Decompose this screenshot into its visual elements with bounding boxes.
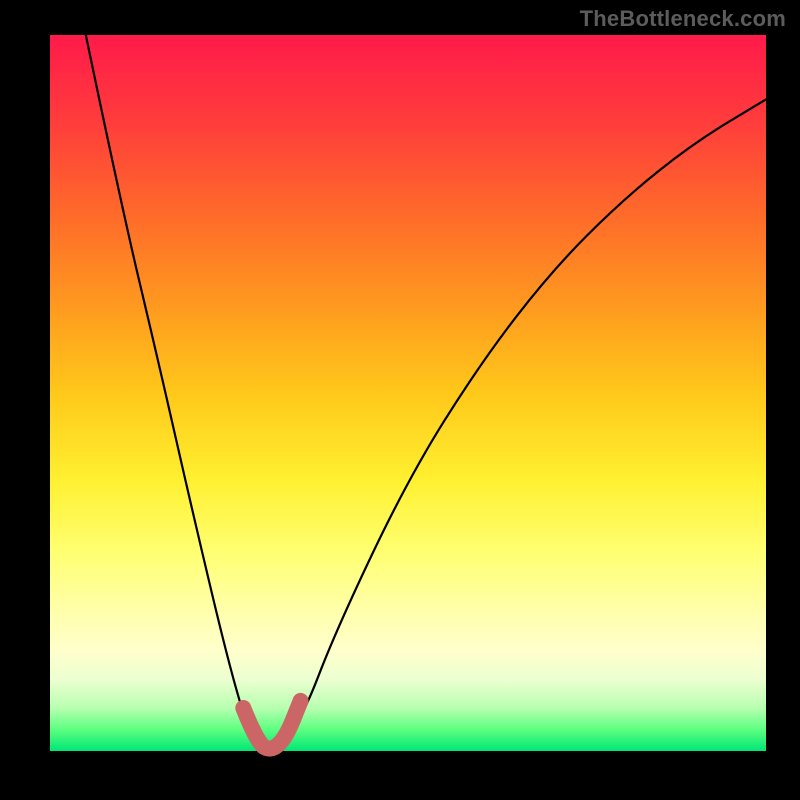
chart-svg <box>50 35 766 751</box>
watermark-text: TheBottleneck.com <box>580 6 786 32</box>
bottleneck-curve <box>86 35 766 746</box>
plot-area <box>50 35 766 751</box>
minimum-marker <box>243 701 300 749</box>
chart-container: TheBottleneck.com <box>0 0 800 800</box>
